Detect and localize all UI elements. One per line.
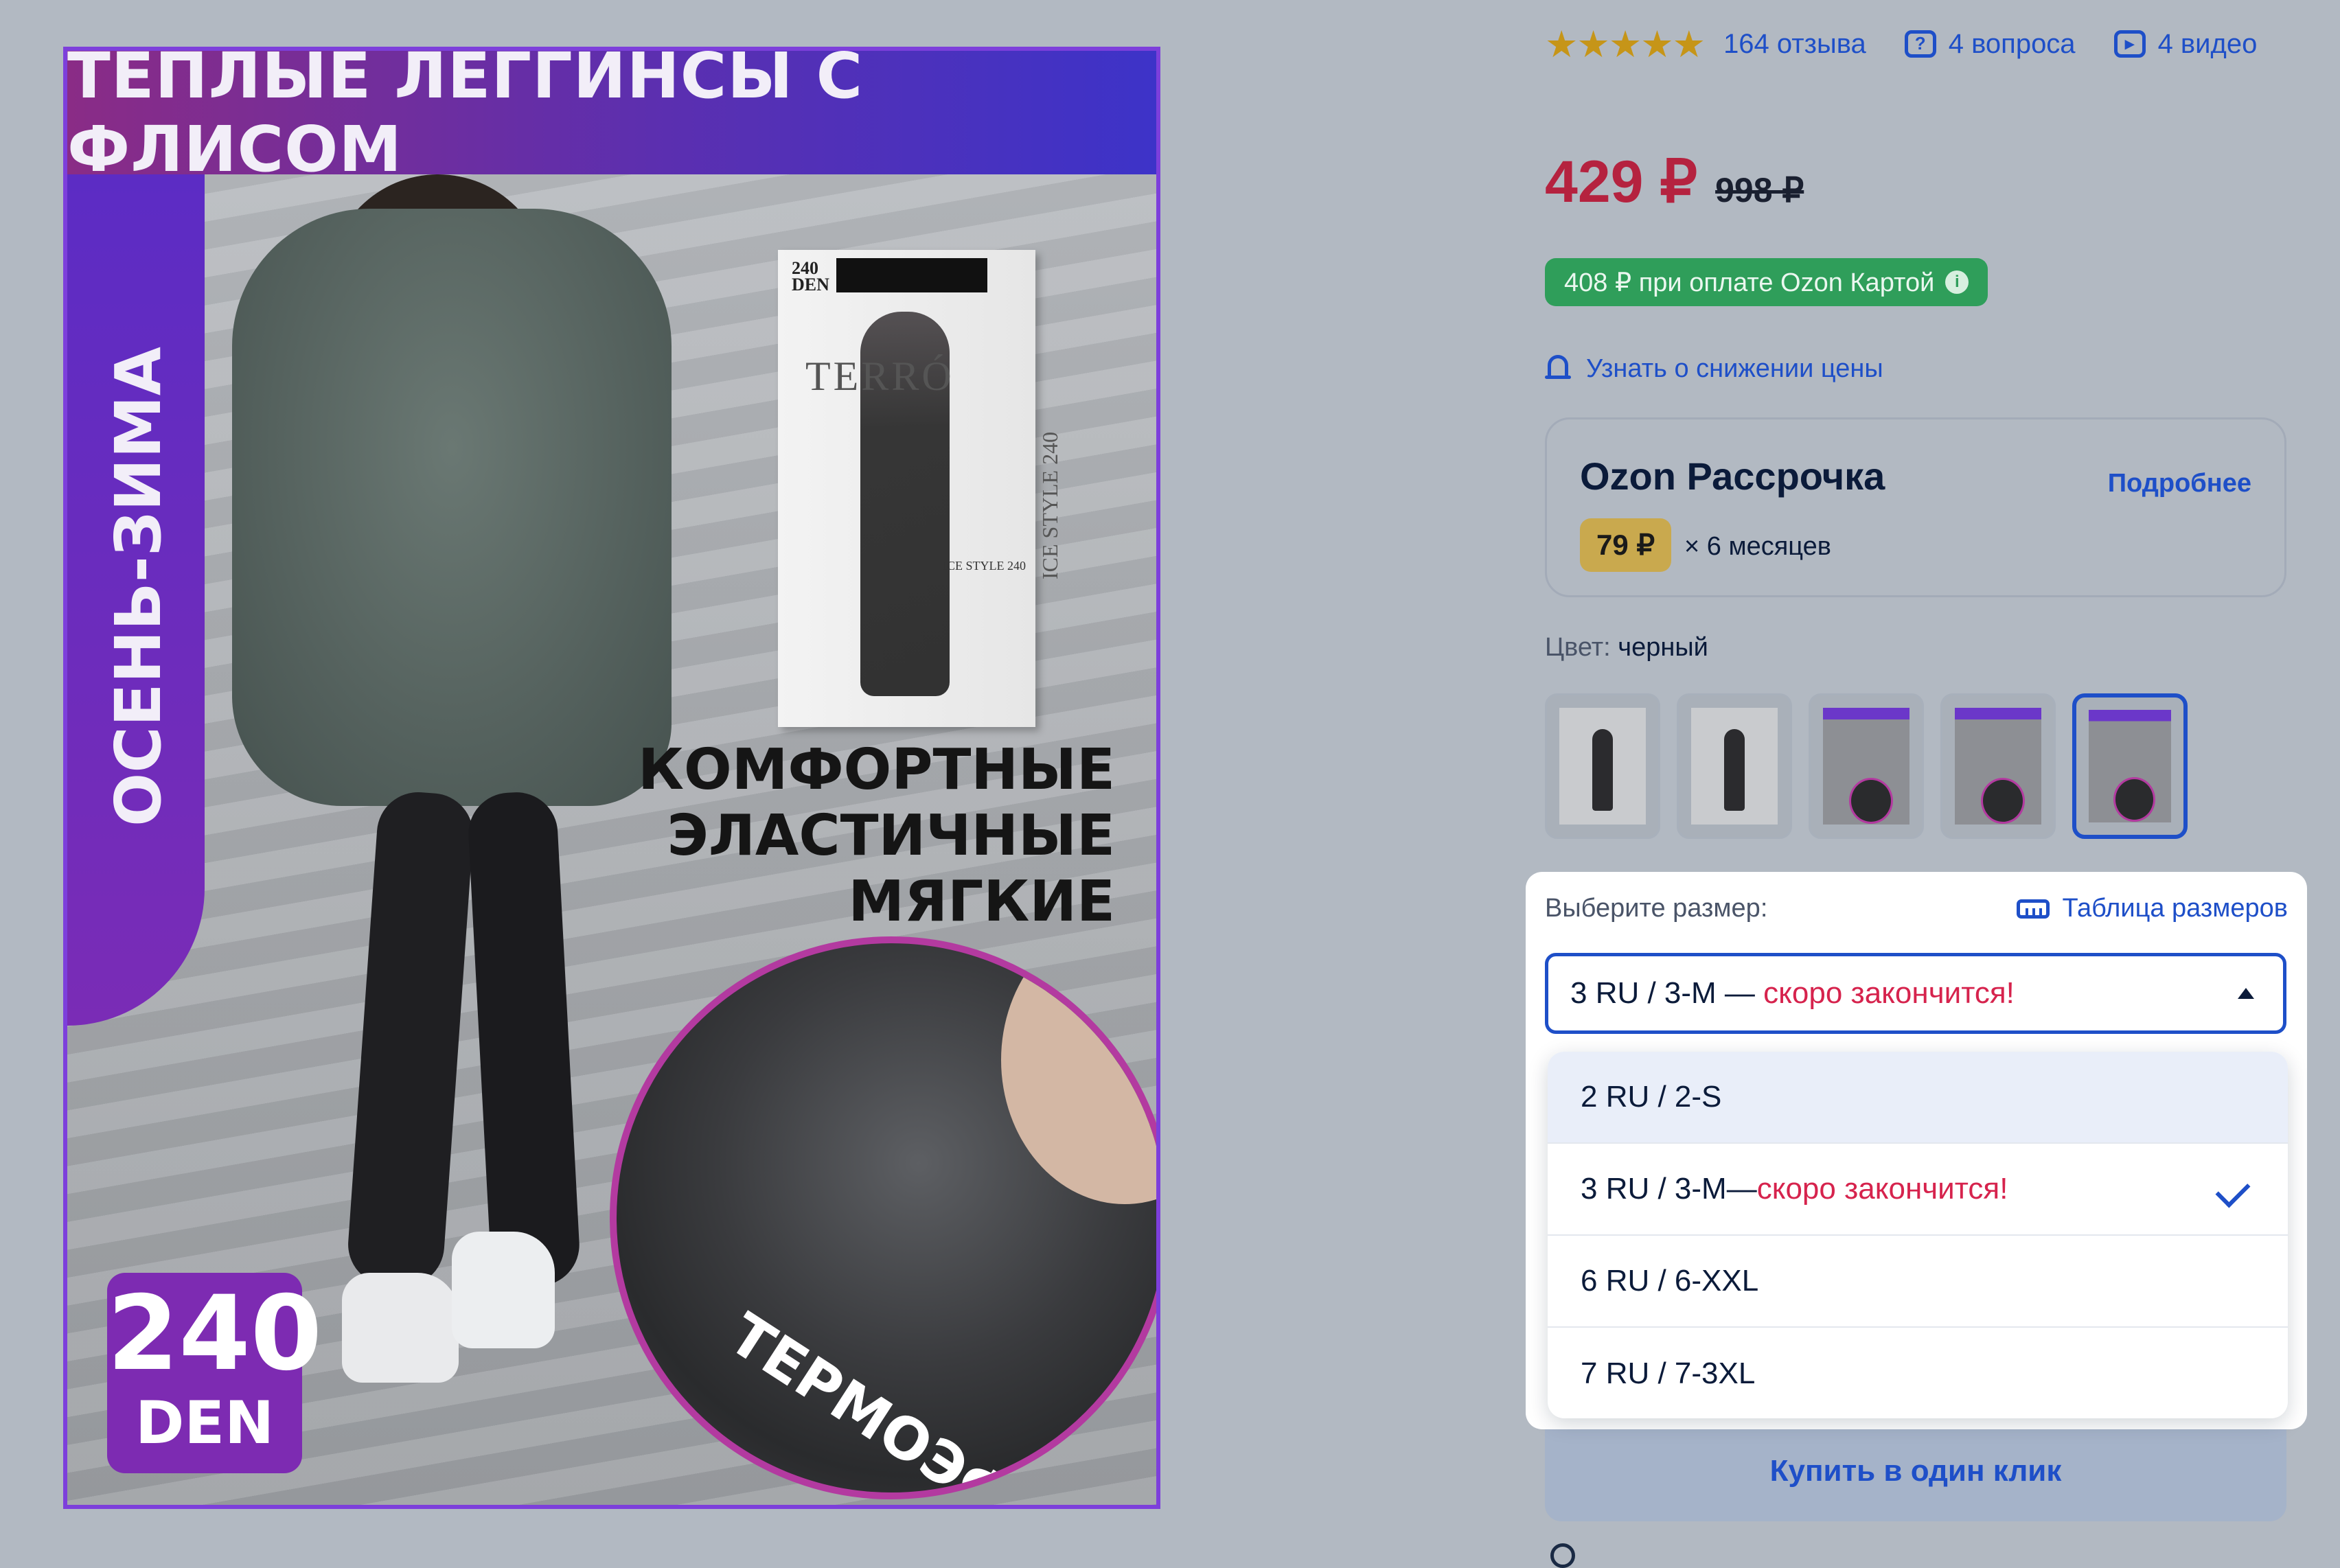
price-row: 429 ₽ 998 ₽ [1545, 148, 1804, 216]
thermo-closeup: ТЕРМОЭФФЕКТ [610, 936, 1156, 1499]
buy-one-click-button[interactable]: Купить в один клик [1545, 1421, 2286, 1521]
size-dropdown-list: 2 RU / 2-S 3 RU / 3-M— скоро закончится!… [1548, 1052, 2288, 1418]
size-label: Выберите размер: [1545, 894, 1768, 923]
thumbnail-image [1955, 708, 2041, 825]
price-drop-alert-text: Узнать о снижении цены [1586, 354, 1883, 383]
package-black-label [836, 258, 987, 292]
variant-thumbnails [1545, 693, 2204, 839]
den-badge: 240 DEN [107, 1273, 323, 1473]
price-drop-alert-link[interactable]: Узнать о снижении цены [1545, 354, 1883, 384]
feature-line: МЯГКИЕ [848, 869, 1115, 934]
model-sweater [232, 209, 672, 806]
thumbnail-image [1691, 708, 1778, 825]
image-top-banner-text: ТЕПЛЫЕ ЛЕГГИНСЫ С ФЛИСОМ [67, 47, 864, 186]
variant-thumbnail-selected[interactable] [2072, 693, 2188, 839]
hand-closeup [1001, 943, 1156, 1204]
bell-icon [1545, 354, 1571, 384]
product-package: 240 DEN TERRÓ ICE STYLE 240 ICE STYLE 24… [778, 250, 1062, 727]
videos-count: 4 видео [2157, 28, 2258, 59]
den-number: 240 [107, 1274, 323, 1394]
size-option-label: 2 RU / 2-S [1581, 1080, 1722, 1114]
image-side-banner: ОСЕНЬ-ЗИМА [67, 174, 205, 1026]
size-option[interactable]: 6 RU / 6-XXL [1548, 1236, 2288, 1328]
questions-count: 4 вопроса [1948, 28, 2076, 59]
size-option-selected[interactable]: 3 RU / 3-M— скоро закончится! [1548, 1144, 2288, 1236]
feature-line: КОМФОРТНЫЕ [638, 737, 1115, 803]
old-price: 998 ₽ [1715, 171, 1804, 209]
info-icon[interactable]: i [1945, 270, 1969, 294]
video-icon: ▸ [2113, 30, 2146, 58]
size-select-value: 3 RU / 3-M — [1570, 976, 1764, 1010]
variant-thumbnail[interactable] [1545, 693, 1660, 839]
star-rating-icon[interactable]: ★★★★★ [1545, 23, 1706, 66]
current-price: 429 ₽ [1545, 149, 1698, 215]
questions-link[interactable]: ? 4 вопроса [1904, 28, 2076, 60]
variant-thumbnail[interactable] [1940, 693, 2056, 839]
question-icon: ? [1904, 30, 1936, 58]
variant-thumbnail[interactable] [1677, 693, 1792, 839]
size-option-label: 7 RU / 7-3XL [1581, 1357, 1756, 1390]
partial-circle-icon [1550, 1543, 1575, 1568]
caret-up-icon [2238, 988, 2254, 999]
installment-title: Ozon Рассрочка [1580, 454, 1885, 498]
thumbnail-image [2089, 710, 2171, 822]
size-select-warning: скоро закончится! [1763, 976, 2015, 1010]
color-label-key: Цвет: [1545, 633, 1611, 662]
feature-line: ЭЛАСТИЧНЫЕ [667, 803, 1115, 868]
image-features: КОМФОРТНЫЕ ЭЛАСТИЧНЫЕ МЯГКИЕ [638, 737, 1115, 935]
color-label-value: черный [1618, 633, 1708, 662]
package-style: ICE STYLE 240 [943, 559, 1026, 573]
checkmark-icon [2215, 1173, 2251, 1208]
color-label: Цвет: черный [1545, 633, 1708, 662]
ruler-icon [2017, 899, 2050, 919]
size-table-link[interactable]: Таблица размеров [2017, 894, 2288, 923]
installment-months: × 6 месяцев [1684, 532, 1831, 561]
thumbnail-image [1823, 708, 1909, 825]
installment-amount: 79 ₽ [1580, 518, 1672, 572]
rating-row: ★★★★★ 164 отзыва ? 4 вопроса ▸ 4 видео [1545, 22, 2295, 66]
ozon-card-price-text: 408 ₽ при оплате Ozon Картой [1564, 268, 1935, 297]
thumbnail-image [1559, 708, 1646, 825]
size-selector-panel: Выберите размер: Таблица размеров 3 RU /… [1526, 872, 2307, 1429]
package-den: 240 DEN [792, 258, 829, 295]
size-option[interactable]: 7 RU / 7-3XL [1548, 1328, 2288, 1418]
size-option-label: 3 RU / 3-M— [1581, 1172, 1757, 1206]
product-main-image[interactable]: 240 DEN TERRÓ ICE STYLE 240 ICE STYLE 24… [63, 47, 1160, 1509]
den-unit: DEN [135, 1389, 275, 1457]
size-option[interactable]: 2 RU / 2-S [1548, 1052, 2288, 1144]
model-shoe-right [452, 1232, 555, 1348]
installment-more-link[interactable]: Подробнее [2108, 469, 2251, 498]
package-side-text: ICE STYLE 240 [1037, 431, 1062, 579]
size-select[interactable]: 3 RU / 3-M — скоро закончится! [1545, 953, 2286, 1034]
size-option-label: 6 RU / 6-XXL [1581, 1264, 1759, 1298]
videos-link[interactable]: ▸ 4 видео [2113, 28, 2258, 60]
model-shoe-left [342, 1273, 459, 1383]
image-top-banner: ТЕПЛЫЕ ЛЕГГИНСЫ С ФЛИСОМ [67, 51, 1156, 186]
reviews-count: 164 отзыва [1723, 28, 1866, 59]
size-table-link-text: Таблица размеров [2062, 894, 2288, 923]
package-brand: TERRÓ [805, 354, 954, 399]
variant-thumbnail[interactable] [1809, 693, 1924, 839]
installment-card[interactable]: Ozon Рассрочка Подробнее 79 ₽ × 6 месяце… [1545, 417, 2286, 597]
reviews-link[interactable]: 164 отзыва [1723, 29, 1866, 60]
ozon-card-price-badge[interactable]: 408 ₽ при оплате Ozon Картой i [1545, 258, 1988, 306]
image-side-banner-text: ОСЕНЬ-ЗИМА [102, 347, 175, 827]
size-option-warning: скоро закончится! [1756, 1172, 2008, 1206]
